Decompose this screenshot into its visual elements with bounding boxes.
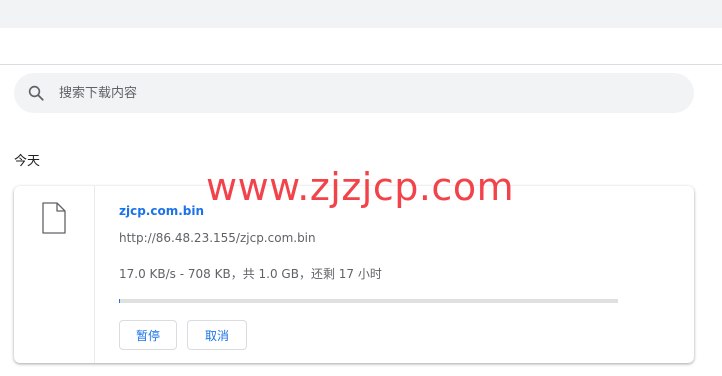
download-status: 17.0 KB/s - 708 KB，共 1.0 GB，还剩 17 小时 (119, 267, 382, 281)
file-name-link[interactable]: zjcp.com.bin (119, 204, 204, 218)
search-bar[interactable] (14, 73, 694, 113)
cancel-button[interactable]: 取消 (187, 320, 247, 350)
card-divider (94, 186, 95, 363)
top-strip (0, 0, 722, 28)
pause-button[interactable]: 暂停 (119, 320, 177, 350)
watermark-text: www.zjzjcp.com (206, 165, 515, 209)
date-group-header: 今天 (14, 154, 41, 169)
download-item-card: zjcp.com.bin http://86.48.23.155/zjcp.co… (14, 186, 694, 363)
file-url: http://86.48.23.155/zjcp.com.bin (119, 231, 316, 245)
search-input[interactable] (59, 73, 679, 113)
file-icon (42, 202, 66, 234)
progress-bar (119, 299, 618, 303)
search-icon (28, 85, 44, 101)
header-divider (0, 64, 722, 65)
